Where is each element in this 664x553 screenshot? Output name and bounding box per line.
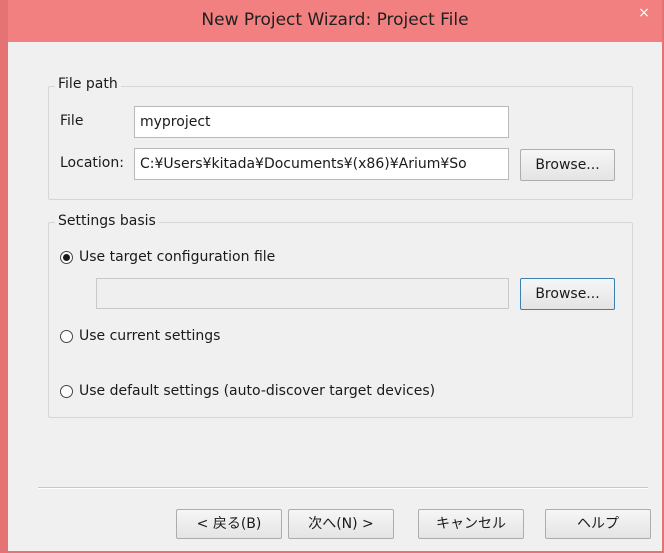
settings-basis-legend: Settings basis xyxy=(55,213,159,229)
radio-label: Use default settings (auto-discover targ… xyxy=(79,383,436,399)
config-file-input[interactable] xyxy=(96,278,509,309)
file-path-legend: File path xyxy=(55,76,121,92)
file-name-input[interactable]: myproject xyxy=(134,106,509,138)
radio-use-default-settings[interactable]: Use default settings (auto-discover targ… xyxy=(60,383,580,403)
radio-button[interactable] xyxy=(60,385,73,398)
location-input[interactable]: C:¥Users¥kitada¥Documents¥(x86)¥Arium¥So xyxy=(134,148,509,180)
location-label: Location: xyxy=(60,155,124,171)
config-browse-button[interactable]: Browse... xyxy=(520,278,615,310)
file-label: File xyxy=(60,113,84,129)
window-title: New Project Wizard: Project File xyxy=(201,10,469,30)
file-path-group xyxy=(48,86,633,200)
new-project-wizard-window: New Project Wizard: Project File × File … xyxy=(0,0,664,553)
radio-label: Use target configuration file xyxy=(79,249,276,265)
next-button[interactable]: 次へ(N) > xyxy=(288,509,394,539)
radio-button[interactable] xyxy=(60,330,73,343)
help-button[interactable]: ヘルプ xyxy=(545,509,651,539)
radio-use-target-config[interactable]: Use target configuration file xyxy=(60,249,300,269)
radio-label: Use current settings xyxy=(79,328,221,344)
radio-use-current-settings[interactable]: Use current settings xyxy=(60,328,360,348)
cancel-button[interactable]: キャンセル xyxy=(418,509,524,539)
location-browse-button[interactable]: Browse... xyxy=(520,149,615,181)
back-button[interactable]: < 戻る(B) xyxy=(176,509,282,539)
footer-separator xyxy=(38,487,648,489)
title-bar: New Project Wizard: Project File × xyxy=(8,0,662,42)
radio-button-checked[interactable] xyxy=(60,251,73,264)
close-icon[interactable]: × xyxy=(634,4,654,22)
